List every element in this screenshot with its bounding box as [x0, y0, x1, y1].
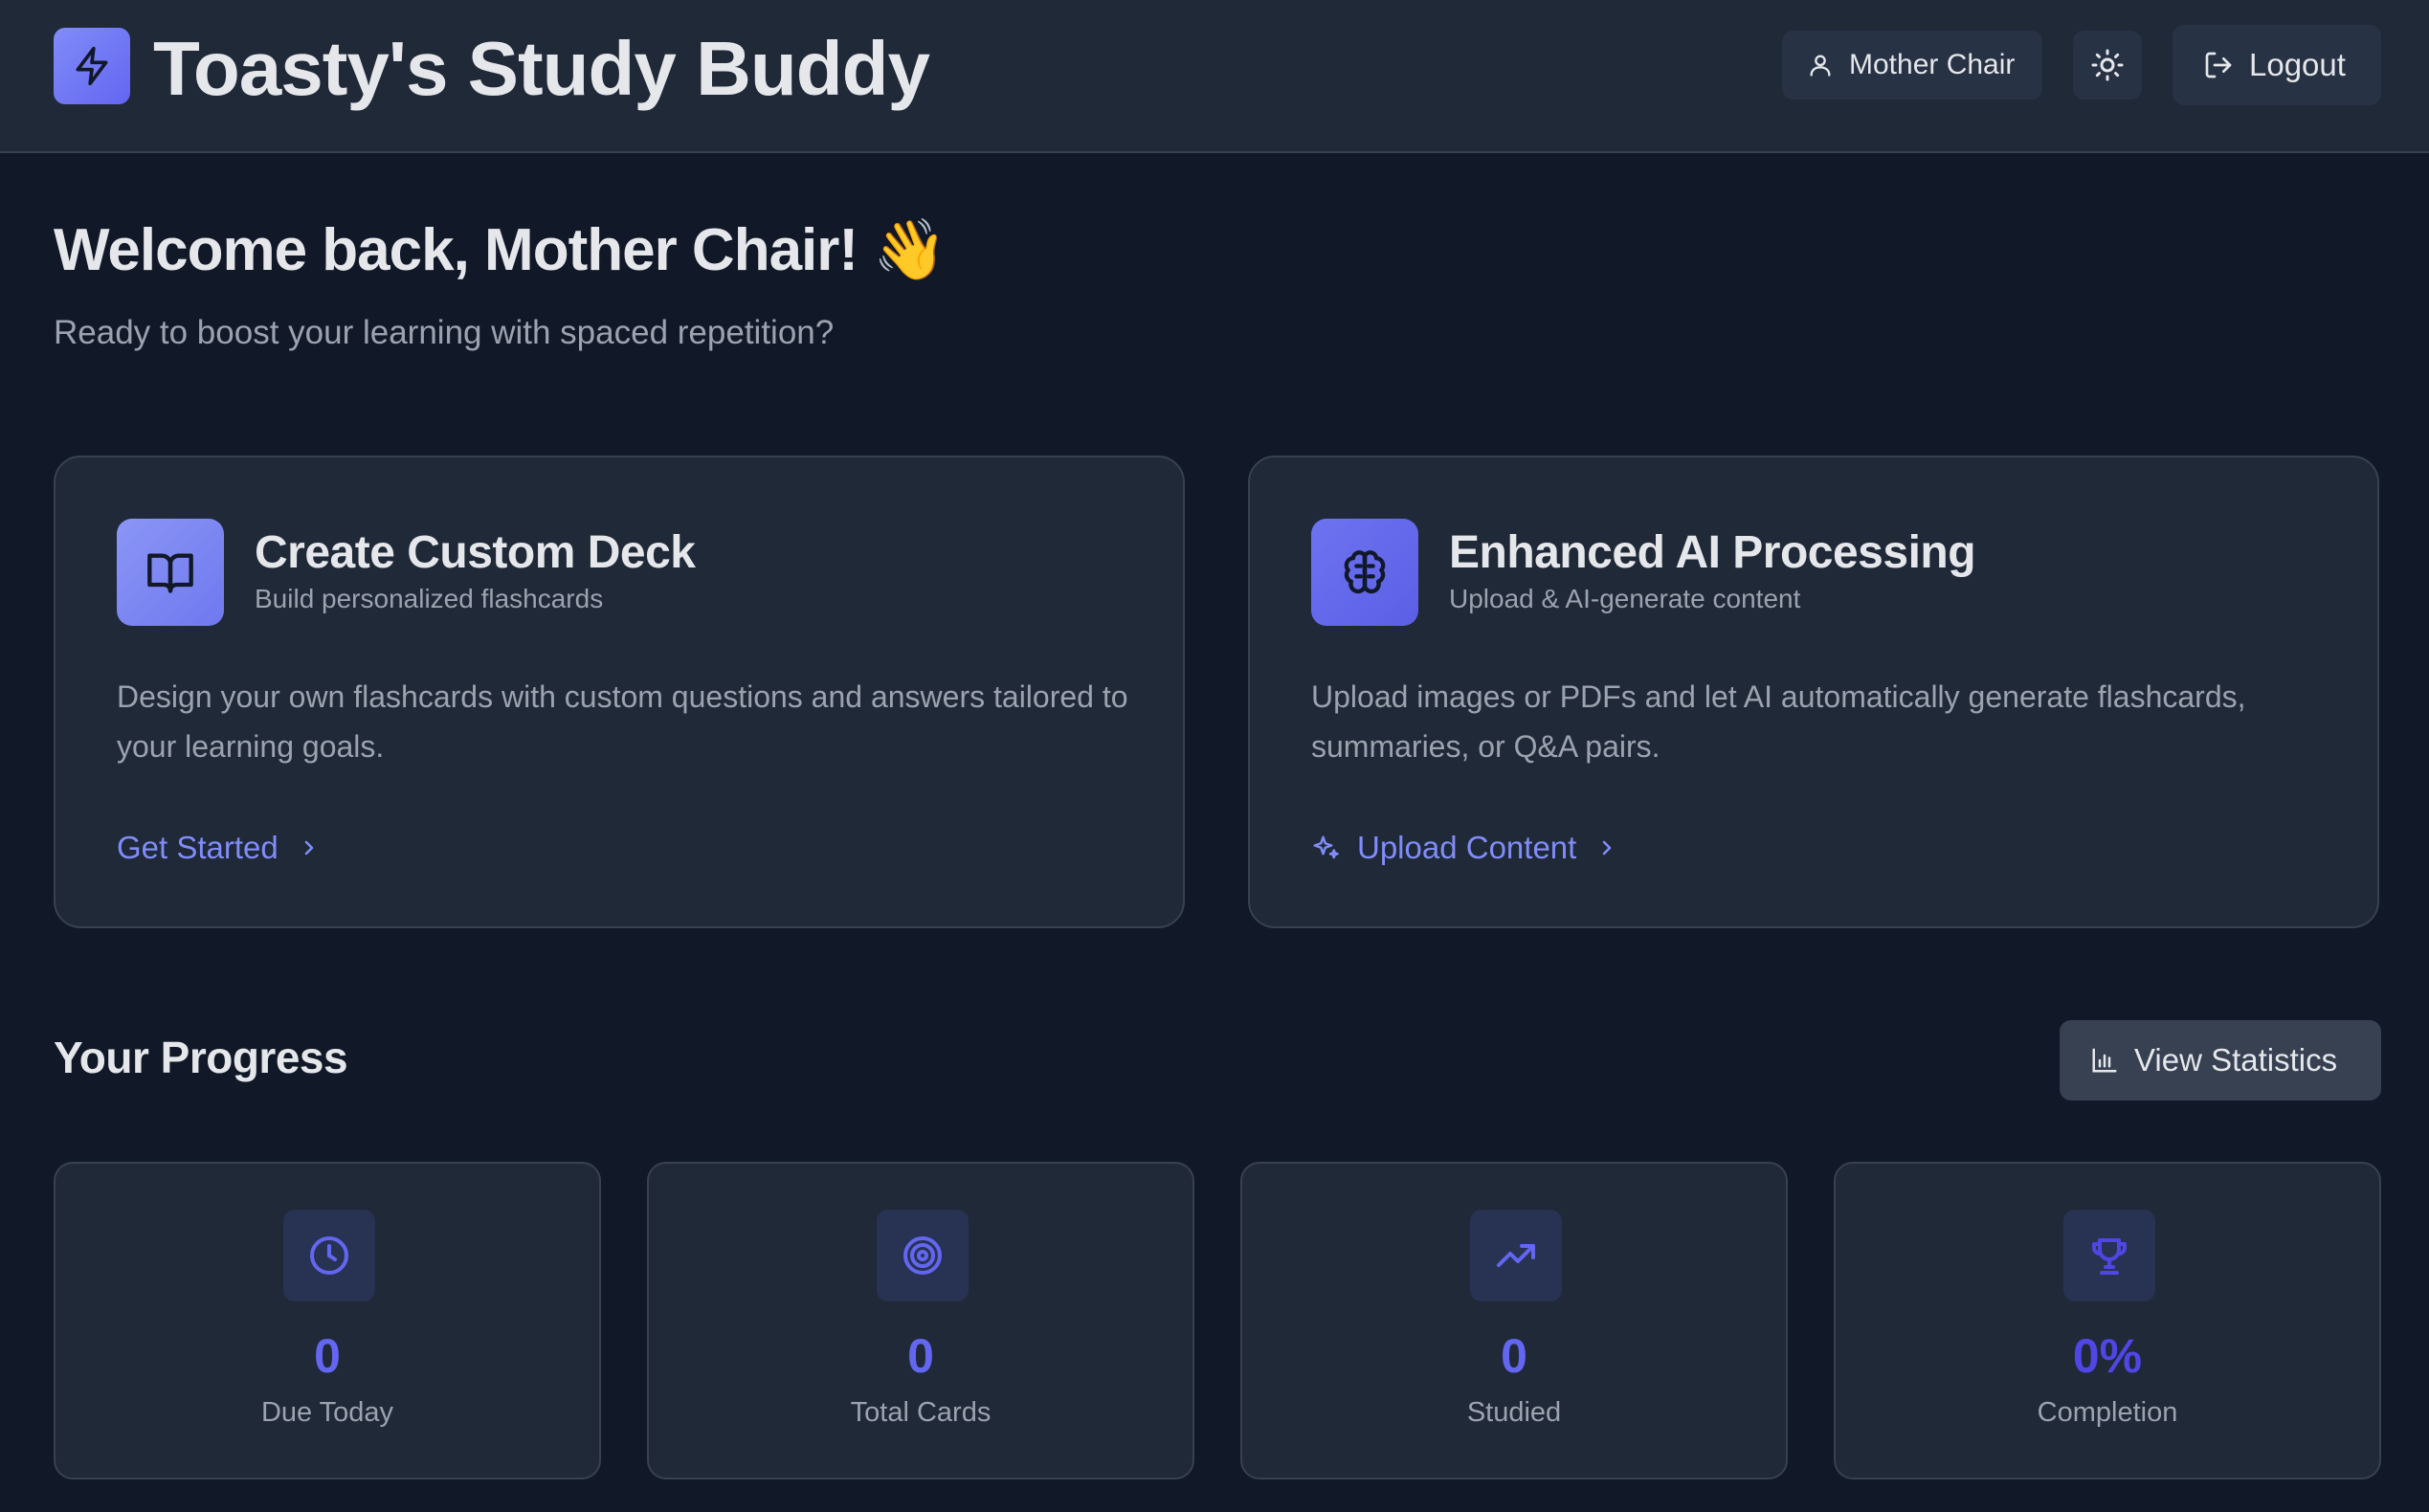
- link-label: Get Started: [117, 830, 279, 865]
- get-started-link[interactable]: Get Started: [117, 821, 321, 875]
- link-label: Upload Content: [1357, 830, 1577, 865]
- stat-icon-box: [1470, 1210, 1562, 1301]
- lightning-bolt-icon: [76, 46, 108, 86]
- brain-icon: [1344, 550, 1386, 594]
- stat-card-total-cards: 0 Total Cards: [647, 1162, 1194, 1479]
- sparkles-icon: [1313, 835, 1339, 859]
- stat-icon-box: [2063, 1210, 2155, 1301]
- stat-value: 0: [314, 1329, 341, 1383]
- stat-icon-box: [877, 1210, 969, 1301]
- trophy-icon: [2092, 1238, 2127, 1275]
- stat-card-due-today: 0 Due Today: [54, 1162, 601, 1479]
- view-statistics-button[interactable]: View Statistics: [2060, 1020, 2381, 1101]
- stat-card-studied: 0 Studied: [1240, 1162, 1788, 1479]
- progress-heading: Your Progress: [54, 1033, 348, 1082]
- card-title: Enhanced AI Processing: [1449, 527, 1976, 578]
- book-open-icon: [147, 553, 193, 593]
- ai-processing-icon-box: [1311, 519, 1418, 626]
- app-title: Toasty's Study Buddy: [153, 26, 930, 111]
- welcome-heading: Welcome back, Mother Chair! 👋: [54, 217, 947, 283]
- logout-icon: [2205, 52, 2232, 78]
- card-title: Create Custom Deck: [255, 527, 696, 578]
- view-statistics-label: View Statistics: [2134, 1042, 2338, 1078]
- stat-label: Studied: [1466, 1397, 1562, 1428]
- card-description: Upload images or PDFs and let AI automat…: [1311, 679, 2246, 764]
- stat-label: Total Cards: [850, 1397, 992, 1428]
- logout-label: Logout: [2249, 47, 2346, 82]
- user-name: Mother Chair: [1849, 49, 2016, 80]
- top-header: Toasty's Study Buddy Mother Chair Logout: [0, 0, 2429, 153]
- clock-icon: [310, 1236, 348, 1275]
- create-deck-card[interactable]: Create Custom Deck Build personalized fl…: [54, 456, 1185, 928]
- card-subtitle: Upload & AI-generate content: [1449, 584, 1801, 613]
- app-logo[interactable]: [54, 28, 130, 104]
- upload-content-link[interactable]: Upload Content: [1311, 821, 1618, 875]
- ai-processing-card[interactable]: Enhanced AI Processing Upload & AI-gener…: [1248, 456, 2379, 928]
- logout-button[interactable]: Logout: [2173, 25, 2381, 105]
- welcome-subtitle: Ready to boost your learning with spaced…: [54, 314, 835, 351]
- target-icon: [903, 1236, 942, 1275]
- create-deck-icon-box: [117, 519, 224, 626]
- stat-value: 0: [1501, 1329, 1527, 1383]
- card-subtitle: Build personalized flashcards: [255, 584, 604, 613]
- stat-icon-box: [283, 1210, 375, 1301]
- stat-value: 0%: [2072, 1329, 2143, 1383]
- user-icon: [1810, 55, 1831, 77]
- chevron-right-icon: [1603, 840, 1612, 856]
- stat-label: Due Today: [260, 1397, 394, 1428]
- trending-up-icon: [1497, 1244, 1535, 1267]
- bar-chart-icon: [2092, 1048, 2117, 1073]
- stat-value: 0: [907, 1329, 934, 1383]
- sun-icon: [2091, 49, 2124, 81]
- chevron-right-icon: [304, 840, 314, 856]
- card-description: Design your own flashcards with custom q…: [117, 679, 1128, 764]
- user-profile-button[interactable]: Mother Chair: [1782, 31, 2042, 100]
- stat-label: Completion: [2037, 1397, 2178, 1428]
- stat-card-completion: 0% Completion: [1834, 1162, 2381, 1479]
- theme-toggle-button[interactable]: [2073, 31, 2142, 100]
